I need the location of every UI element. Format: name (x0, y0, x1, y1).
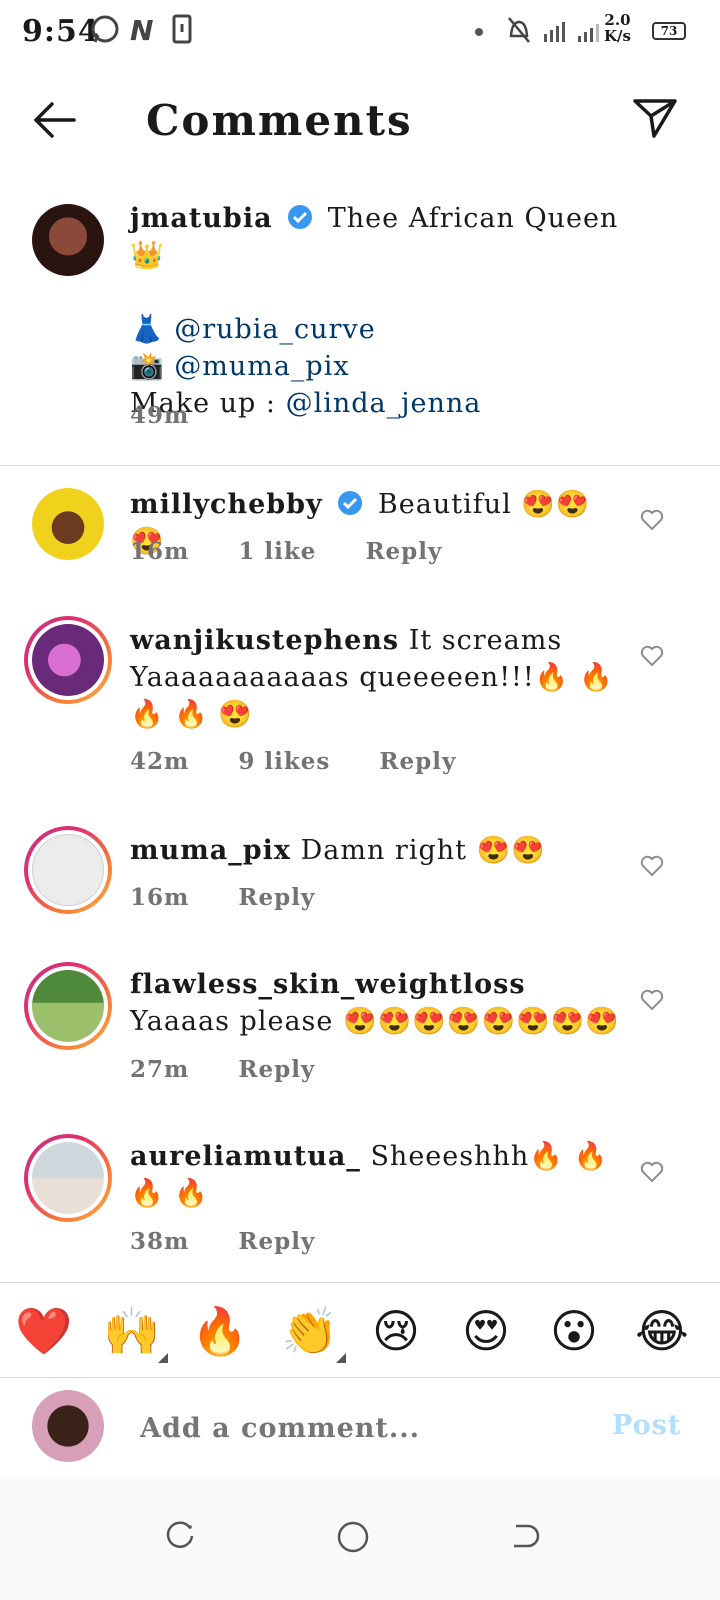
avatar[interactable] (24, 1134, 112, 1222)
comment-meta: 38m Reply (130, 1228, 355, 1255)
comment-time: 42m (130, 748, 190, 775)
emoji-surprised-button[interactable]: 😮 (544, 1301, 604, 1361)
mention-link[interactable]: @rubia_curve (174, 314, 375, 345)
like-heart-icon[interactable] (640, 508, 664, 532)
comments-header: Comments (0, 70, 720, 170)
signal-3g-icon (544, 22, 565, 42)
comment-username[interactable]: wanjikustephens (130, 625, 399, 656)
network-speed-value: 2.0 (604, 11, 631, 29)
emoji-heart-button[interactable]: ❤️ (14, 1301, 74, 1361)
comment-body: Damn right 😍😍 (300, 835, 546, 866)
comment-username[interactable]: aureliamutua_ (130, 1141, 361, 1172)
avatar[interactable] (32, 1390, 104, 1462)
dress-emoji: 👗 (130, 314, 165, 345)
status-bar: 9:54 N 2.0 K/s 73 (0, 0, 720, 64)
svg-text:N: N (130, 14, 153, 46)
comment-text: aureliamutua_ Sheeeshhh🔥 🔥 🔥 🔥 (130, 1138, 620, 1212)
recents-icon[interactable] (164, 1520, 196, 1552)
dot-icon (475, 28, 483, 36)
comment-username[interactable]: millychebby (130, 489, 323, 520)
mute-bell-icon (508, 17, 530, 43)
comment-meta: 27m Reply (130, 1056, 355, 1083)
verified-badge-icon (338, 491, 363, 515)
emoji-laughing-button[interactable]: 😂 (632, 1301, 692, 1361)
back-arrow-icon[interactable] (30, 100, 78, 140)
comment-likes[interactable]: 1 like (238, 538, 316, 565)
skin-tone-indicator (158, 1353, 168, 1363)
camera-emoji: 📸 (130, 351, 165, 382)
comment-body: Yaaaas please 😍😍😍😍😍😍😍😍 (130, 1006, 620, 1037)
comment-time: 16m (130, 884, 190, 911)
like-heart-icon[interactable] (640, 1160, 664, 1184)
n-app-icon: N (130, 14, 153, 46)
emoji-clap-button[interactable]: 👏 (280, 1301, 340, 1361)
post-button[interactable]: Post (612, 1410, 681, 1441)
emoji-heart-eyes-button[interactable]: 😍 (456, 1301, 516, 1361)
avatar[interactable] (24, 826, 112, 914)
reply-button[interactable]: Reply (365, 538, 442, 565)
verified-badge-icon (288, 205, 313, 229)
post-caption: jmatubia Thee African Queen 👑 👗 @rubia_c… (0, 196, 720, 466)
comment-time: 27m (130, 1056, 190, 1083)
emoji-fire-button[interactable]: 🔥 (190, 1301, 250, 1361)
skin-tone-indicator (336, 1353, 346, 1363)
comment-text: wanjikustephens It screams Yaaaaaaaaaaas… (130, 622, 620, 733)
phone-icon (172, 14, 192, 44)
battery-icon: 73 (652, 22, 686, 40)
network-speed-unit: K/s (604, 27, 631, 45)
status-time: 9:54 (22, 14, 100, 49)
comment-text: flawless_skin_weightloss Yaaaas please 😍… (130, 966, 620, 1040)
system-nav-bar (0, 1478, 720, 1600)
comment-meta: 16m 1 like Reply (130, 538, 482, 565)
comment-username[interactable]: muma_pix (130, 835, 291, 866)
avatar[interactable] (24, 616, 112, 704)
signal-icon (578, 24, 599, 42)
comment-time: 38m (130, 1228, 190, 1255)
caption-meta: 49m (130, 402, 229, 429)
reply-button[interactable]: Reply (238, 1056, 315, 1083)
mention-link[interactable]: @linda_jenna (286, 388, 482, 419)
comment-username[interactable]: flawless_skin_weightloss (130, 969, 526, 1000)
reply-button[interactable]: Reply (379, 748, 456, 775)
reply-button[interactable]: Reply (238, 1228, 315, 1255)
comment-meta: 42m 9 likes Reply (130, 748, 496, 775)
comment-likes[interactable]: 9 likes (238, 748, 330, 775)
like-heart-icon[interactable] (640, 854, 664, 878)
comment-input-bar: Post (0, 1378, 720, 1478)
home-icon[interactable] (336, 1520, 370, 1554)
back-nav-icon[interactable] (510, 1520, 542, 1552)
comment-time: 16m (130, 538, 190, 565)
whatsapp-icon (91, 15, 119, 43)
like-heart-icon[interactable] (640, 988, 664, 1012)
comment-meta: 16m Reply (130, 884, 355, 911)
caption-username[interactable]: jmatubia (130, 203, 273, 234)
reply-button[interactable]: Reply (238, 884, 315, 911)
network-speed: 2.0 K/s (604, 12, 631, 44)
avatar[interactable] (32, 204, 104, 276)
page-title: Comments (146, 96, 413, 145)
like-heart-icon[interactable] (640, 644, 664, 668)
send-icon[interactable] (632, 96, 678, 140)
comment-input[interactable] (140, 1406, 580, 1450)
caption-text: jmatubia Thee African Queen 👑 👗 @rubia_c… (130, 200, 620, 422)
emoji-raised-hands-button[interactable]: 🙌 (102, 1301, 162, 1361)
caption-time: 49m (130, 402, 190, 429)
mention-link[interactable]: @muma_pix (174, 351, 349, 382)
avatar[interactable] (32, 488, 104, 560)
comment-text: muma_pix Damn right 😍😍 (130, 832, 620, 869)
emoji-quick-bar: ❤️ 🙌 🔥 👏 😢 😍 😮 😂 (0, 1282, 720, 1378)
avatar[interactable] (24, 962, 112, 1050)
emoji-crying-button[interactable]: 😢 (366, 1301, 426, 1361)
